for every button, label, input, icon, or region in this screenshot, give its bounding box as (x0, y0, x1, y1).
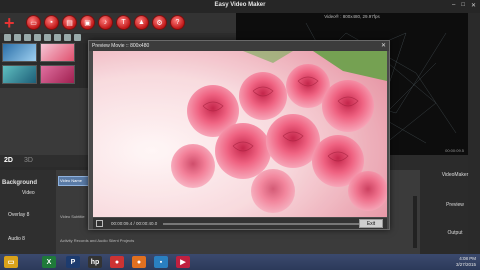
tool-icon[interactable] (44, 34, 51, 41)
tab-2d[interactable]: 2D (4, 157, 13, 164)
mode-tabs: 2D 3D (0, 155, 92, 167)
taskbar: ▭ X P hp ● ● ▪ ▶ 4:08 PM 3/27/2015 (0, 254, 480, 270)
save-icon[interactable]: ▪ (44, 15, 59, 30)
window-title: Easy Video Maker (214, 2, 266, 8)
toolbar: + ▭ ▪ ▤ ▣ ♪ T ▲ ⚙ ? (0, 13, 236, 33)
track-audio-label[interactable]: Audio 8 (8, 236, 25, 242)
audio-track-text: Activity Records and Audio Silent Projec… (60, 238, 135, 243)
overlay-track-text: Video Subtitle (60, 214, 85, 219)
videomaker-logo[interactable]: VideoMaker (436, 172, 474, 194)
tool-icon[interactable] (74, 34, 81, 41)
clock-date: 3/27/2015 (455, 262, 476, 267)
thumbnail-flowers[interactable] (40, 43, 75, 62)
media-icon[interactable]: ▶ (176, 256, 190, 268)
music-icon[interactable]: ♪ (98, 15, 113, 30)
track-overlay-label[interactable]: Overlay 8 (8, 212, 29, 218)
settings-icon[interactable]: ⚙ (152, 15, 167, 30)
play-icon[interactable] (96, 220, 103, 227)
thumbnail-water[interactable] (2, 65, 37, 84)
excel-icon[interactable]: X (42, 256, 56, 268)
preview-video[interactable] (93, 51, 387, 217)
tool-icon[interactable] (24, 34, 31, 41)
output-time: 00:00:09.5 (445, 148, 464, 153)
explorer-icon[interactable]: ▭ (4, 256, 18, 268)
exit-button[interactable]: Exit (359, 219, 383, 228)
app-window: Easy Video Maker – □ ✕ + ▭ ▪ ▤ ▣ ♪ T ▲ ⚙… (0, 0, 480, 254)
tool-icon[interactable] (4, 34, 11, 41)
help-icon[interactable]: ? (170, 15, 185, 30)
playback-controls: 00:00:09.4 / 00:00:40.0 Exit (93, 218, 387, 229)
track-video-label[interactable]: Video (22, 190, 35, 196)
tool-icon[interactable] (14, 34, 21, 41)
app-icon[interactable]: ▪ (154, 256, 168, 268)
firefox-icon[interactable]: ● (132, 256, 146, 268)
tool-icon[interactable] (54, 34, 61, 41)
photoshop-icon[interactable]: P (66, 256, 80, 268)
maximize-button[interactable]: □ (461, 2, 465, 9)
preview-logo[interactable]: Preview (436, 202, 474, 224)
track-background-label: Background (2, 180, 38, 186)
title-bar: Easy Video Maker – □ ✕ (0, 0, 480, 13)
output-logo[interactable]: Output (436, 230, 474, 252)
folder-icon[interactable]: ▭ (26, 15, 41, 30)
rose-image (93, 51, 387, 217)
tool-icon[interactable] (34, 34, 41, 41)
preview-movie-dialog: Preview Movie :: 800x480 ✕ 00:00:09.4 / … (88, 40, 390, 230)
film-icon[interactable]: ▤ (62, 15, 77, 30)
library-panel (0, 88, 92, 156)
close-button[interactable]: ✕ (471, 2, 476, 9)
thumbnail-roses[interactable] (40, 65, 75, 84)
hp-icon[interactable]: hp (88, 256, 102, 268)
playback-time: 00:00:09.4 / 00:00:40.0 (111, 221, 158, 226)
tool-icon[interactable] (64, 34, 71, 41)
timeline-clip[interactable]: Video Name (58, 176, 92, 186)
thumbnail-ocean[interactable] (2, 43, 37, 62)
seek-bar[interactable] (163, 223, 359, 225)
photo-icon[interactable]: ▣ (80, 15, 95, 30)
minimize-button[interactable]: – (452, 2, 455, 9)
system-clock[interactable]: 4:08 PM 3/27/2015 (456, 256, 476, 268)
dialog-close-button[interactable]: ✕ (381, 42, 386, 49)
output-format-label: Video® : 800x480, 29.97fps (324, 14, 380, 19)
tab-3d[interactable]: 3D (24, 157, 33, 164)
export-icon[interactable]: ▲ (134, 15, 149, 30)
chrome-icon[interactable]: ● (110, 256, 124, 268)
dialog-title-bar: Preview Movie :: 800x480 ✕ (89, 41, 389, 51)
timeline-scrollbar[interactable] (413, 196, 417, 248)
plus-icon[interactable]: + (4, 14, 15, 32)
text-icon[interactable]: T (116, 15, 131, 30)
dialog-title: Preview Movie :: 800x480 (92, 43, 150, 49)
media-thumbnails (2, 43, 94, 87)
track-labels: Background Video Overlay 8 Audio 8 (0, 170, 56, 254)
